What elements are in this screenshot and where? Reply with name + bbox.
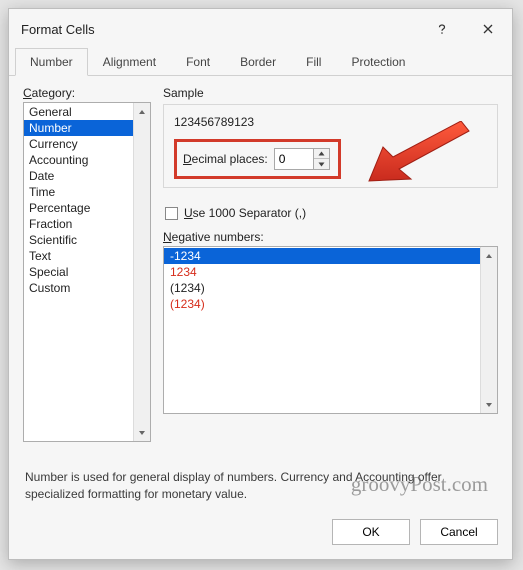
category-item[interactable]: Currency xyxy=(24,136,133,152)
scrollbar[interactable] xyxy=(133,103,150,441)
scroll-up-icon[interactable] xyxy=(134,103,150,120)
sample-value: 123456789123 xyxy=(174,115,487,129)
tab-font[interactable]: Font xyxy=(171,48,225,76)
tab-number[interactable]: Number xyxy=(15,48,88,76)
category-item[interactable]: Time xyxy=(24,184,133,200)
decimal-places-input[interactable] xyxy=(274,148,314,170)
scrollbar[interactable] xyxy=(480,247,497,413)
category-item[interactable]: General xyxy=(24,104,133,120)
decimal-places-spinner[interactable] xyxy=(274,148,330,170)
negative-numbers-listbox[interactable]: -1234 1234 (1234) (1234) xyxy=(163,246,498,414)
category-item[interactable]: Number xyxy=(24,120,133,136)
window-controls xyxy=(428,17,502,41)
format-description: Number is used for general display of nu… xyxy=(9,455,512,511)
dialog-title: Format Cells xyxy=(21,22,95,37)
negative-item[interactable]: (1234) xyxy=(164,296,480,312)
category-item[interactable]: Accounting xyxy=(24,152,133,168)
options-panel: Sample 123456789123 Decimal places: xyxy=(163,86,498,455)
tab-fill[interactable]: Fill xyxy=(291,48,336,76)
close-button[interactable] xyxy=(474,17,502,41)
help-button[interactable] xyxy=(428,17,456,41)
question-icon xyxy=(436,23,448,35)
category-label: Category: xyxy=(23,86,151,100)
category-item[interactable]: Text xyxy=(24,248,133,264)
negative-item[interactable]: -1234 xyxy=(164,248,480,264)
tab-alignment[interactable]: Alignment xyxy=(88,48,171,76)
sample-label: Sample xyxy=(163,86,498,100)
scroll-down-icon[interactable] xyxy=(481,396,497,413)
category-item[interactable]: Fraction xyxy=(24,216,133,232)
thousand-separator-checkbox[interactable] xyxy=(165,207,178,220)
category-item[interactable]: Custom xyxy=(24,280,133,296)
negative-numbers-list: -1234 1234 (1234) (1234) xyxy=(164,247,480,413)
spin-down-icon[interactable] xyxy=(314,159,329,169)
category-item[interactable]: Date xyxy=(24,168,133,184)
category-item[interactable]: Percentage xyxy=(24,200,133,216)
thousand-separator-label: Use 1000 Separator (,) xyxy=(184,206,306,220)
decimal-places-label: Decimal places: xyxy=(183,152,268,166)
category-listbox[interactable]: General Number Currency Accounting Date … xyxy=(23,102,151,442)
format-cells-dialog: Format Cells Number Alignment Font Borde… xyxy=(8,8,513,560)
negative-item[interactable]: 1234 xyxy=(164,264,480,280)
decimal-places-group: Decimal places: xyxy=(174,139,341,179)
tab-border[interactable]: Border xyxy=(225,48,291,76)
tab-protection[interactable]: Protection xyxy=(336,48,420,76)
category-panel: Category: General Number Currency Accoun… xyxy=(23,86,151,455)
ok-button[interactable]: OK xyxy=(332,519,410,545)
category-item[interactable]: Special xyxy=(24,264,133,280)
titlebar: Format Cells xyxy=(9,9,512,47)
dialog-body: Category: General Number Currency Accoun… xyxy=(9,76,512,455)
scroll-down-icon[interactable] xyxy=(134,424,150,441)
category-list: General Number Currency Accounting Date … xyxy=(24,103,133,441)
cancel-button[interactable]: Cancel xyxy=(420,519,498,545)
tab-strip: Number Alignment Font Border Fill Protec… xyxy=(9,47,512,76)
category-item[interactable]: Scientific xyxy=(24,232,133,248)
close-icon xyxy=(482,23,494,35)
spin-up-icon[interactable] xyxy=(314,149,329,159)
negative-item[interactable]: (1234) xyxy=(164,280,480,296)
sample-box: 123456789123 Decimal places: xyxy=(163,104,498,188)
negative-numbers-label: Negative numbers: xyxy=(163,230,498,244)
thousand-separator-row[interactable]: Use 1000 Separator (,) xyxy=(165,206,498,220)
dialog-footer: OK Cancel xyxy=(9,511,512,559)
scroll-up-icon[interactable] xyxy=(481,247,497,264)
